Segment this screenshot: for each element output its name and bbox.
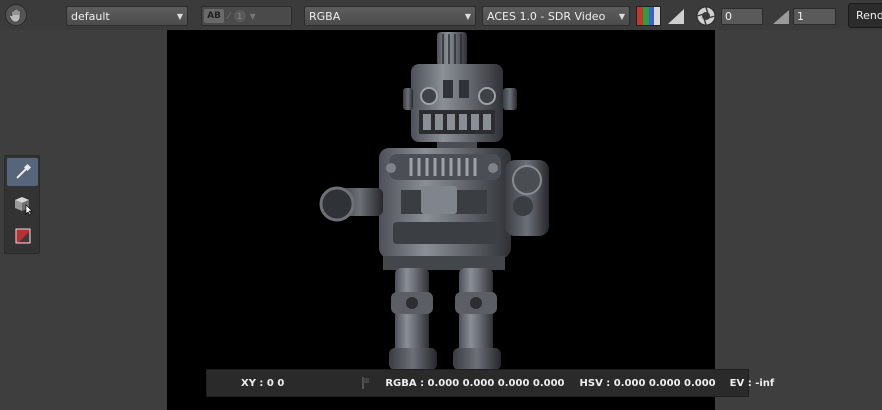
preset-select-value: default (71, 9, 110, 23)
channel-index-badge[interactable]: 1 (233, 10, 246, 22)
pixel-info-bar: XY : 0 0 RGBA : 0.000 0.000 0.000 0.000 … (206, 369, 774, 397)
exposure-value: 0 (725, 10, 732, 23)
rgba-readout: RGBA : 0.000 0.000 0.000 0.000 (385, 377, 565, 389)
channel-toggle-button[interactable] (636, 6, 661, 26)
hand-tool-button[interactable] (5, 4, 27, 26)
display-transform-value: ACES 1.0 - SDR Video (487, 9, 606, 23)
robot-render-image (319, 32, 549, 370)
region-icon (15, 228, 30, 244)
chevron-down-icon: ▼ (464, 11, 471, 21)
gamma-value: 1 (797, 10, 804, 23)
aperture-icon[interactable] (696, 6, 716, 26)
chevron-down-icon: ▼ (618, 11, 625, 21)
preset-select[interactable]: default ▼ (66, 6, 188, 26)
gamma-icon[interactable] (772, 9, 790, 25)
chevron-down-icon[interactable]: ▼ (250, 12, 256, 21)
gamma-field[interactable]: 1 (793, 8, 836, 25)
hand-icon (9, 8, 21, 23)
ab-compare-button[interactable]: AB (204, 9, 224, 23)
region-tool-button[interactable] (7, 222, 38, 250)
hsv-readout: HSV : 0.000 0.000 0.000 (579, 377, 716, 389)
eyedropper-tool-button[interactable] (7, 158, 38, 186)
exposure-field[interactable]: 0 (721, 8, 763, 25)
xy-readout: XY : 0 0 (241, 377, 285, 389)
swatch-checker (363, 378, 370, 383)
cube-select-icon (14, 197, 33, 216)
display-transform-select[interactable]: ACES 1.0 - SDR Video ▼ (482, 6, 630, 26)
ab-compare-icon: AB (207, 11, 221, 21)
render-button-label: Render (856, 9, 882, 22)
pixel-color-swatch (362, 377, 370, 389)
alpha-channel-swatch (654, 7, 660, 25)
gradient-icon[interactable] (667, 8, 685, 25)
render-viewport[interactable] (167, 30, 715, 410)
select-object-tool-button[interactable] (7, 191, 38, 219)
tool-palette (4, 155, 40, 254)
gradient-wipe-icon[interactable]: ⁄ (228, 11, 230, 22)
ab-compare-group: AB ⁄ 1 ▼ (201, 6, 292, 26)
channels-select[interactable]: RGBA ▼ (304, 6, 476, 26)
channels-select-value: RGBA (309, 9, 341, 23)
render-button[interactable]: Render (848, 3, 882, 28)
chevron-down-icon: ▼ (176, 11, 183, 21)
ev-readout: EV : -inf (729, 377, 775, 389)
eyedropper-icon (15, 163, 31, 179)
